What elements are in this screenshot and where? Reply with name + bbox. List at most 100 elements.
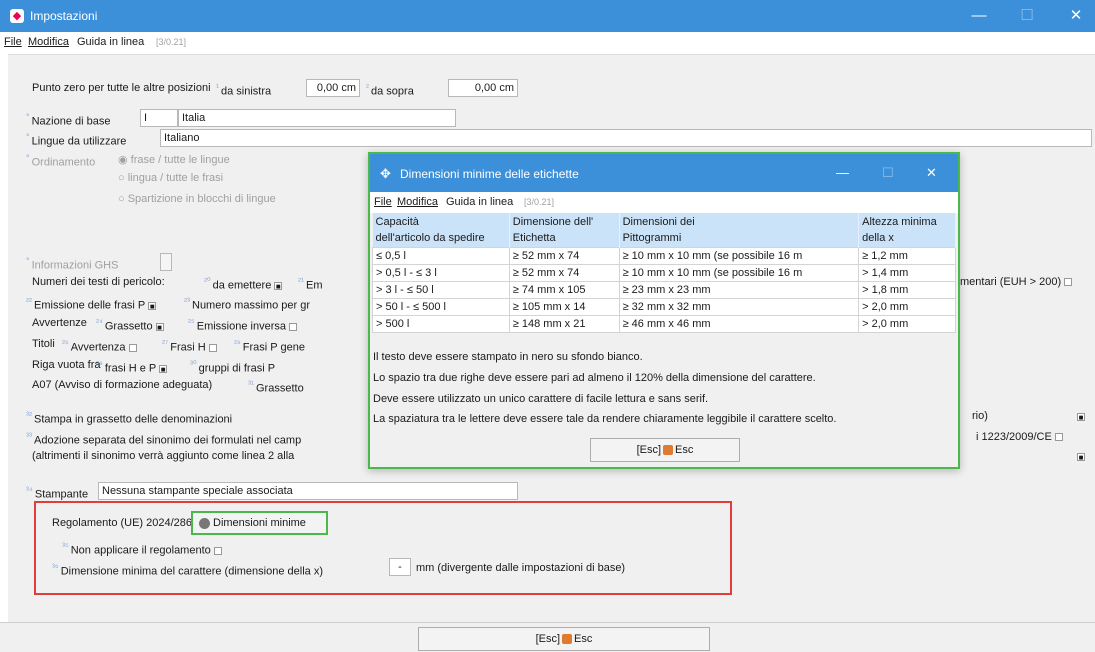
table-row[interactable]: > 3 l - ≤ 50 l ≥ 74 mm x 105 ≥ 23 mm x 2… bbox=[372, 280, 956, 299]
synonym-line2-checkbox[interactable]: ■ bbox=[1077, 453, 1085, 462]
esc-button[interactable]: [Esc] Esc bbox=[418, 627, 710, 651]
dialog-minimize-button[interactable]: — bbox=[836, 165, 849, 180]
ordering-option-3[interactable]: ○ Spartizione in blocchi di lingue bbox=[118, 193, 276, 205]
table-cell: > 50 l - ≤ 500 l bbox=[372, 297, 510, 316]
warnings-bold[interactable]: ²⁴ Grassetto ■ bbox=[96, 317, 164, 333]
synonym-reg-label: i 1223/2009/CE bbox=[976, 431, 1052, 443]
left-label-text: da sinistra bbox=[221, 85, 272, 98]
dialog-menu-file[interactable]: File bbox=[374, 196, 392, 208]
top-label-text: da sopra bbox=[371, 85, 414, 98]
titles-warn[interactable]: ²⁶ Avvertenza bbox=[62, 338, 137, 354]
warnings-bold-label: Grassetto bbox=[104, 320, 153, 333]
app-icon: ◆ bbox=[10, 9, 24, 23]
warnings-bold-checkbox[interactable]: ■ bbox=[155, 322, 164, 331]
table-cell: ≥ 10 mm x 10 mm (se possibile 16 m bbox=[618, 246, 860, 265]
menu-bar: File Modifica Guida in linea [3/0.21] bbox=[0, 32, 1095, 54]
table-row[interactable]: > 0,5 l - ≤ 3 l ≥ 52 mm x 74 ≥ 10 mm x 1… bbox=[372, 263, 956, 282]
exit-icon bbox=[663, 445, 674, 456]
table-cell: ≥ 52 mm x 74 bbox=[508, 246, 620, 265]
ordering-option-1[interactable]: ◉ frase / tutte le lingue bbox=[118, 153, 230, 166]
left-offset-field[interactable]: 0,00 cm bbox=[306, 79, 360, 97]
note-line: Lo spazio tra due righe deve essere pari… bbox=[373, 372, 816, 384]
ordering-option-1-label: frase / tutte le lingue bbox=[130, 154, 230, 166]
gear-icon bbox=[199, 517, 210, 529]
min-dimensions-button[interactable]: Dimensioni minime bbox=[191, 511, 328, 535]
warnings-inverse[interactable]: ²⁵ Emissione inversa bbox=[188, 317, 297, 333]
table-cell: > 2,0 mm bbox=[858, 297, 956, 316]
table-header-row: dell'articolo da spedire Etichetta Pitto… bbox=[372, 230, 956, 247]
synonym-label-text: Adozione separata del sinonimo dei formu… bbox=[34, 434, 302, 447]
close-button[interactable]: ✕ bbox=[1057, 0, 1095, 32]
note-line: La spaziatura tra le lettere deve essere… bbox=[373, 413, 837, 425]
menu-help[interactable]: Guida in linea bbox=[77, 36, 144, 48]
table-cell: > 2,0 mm bbox=[858, 314, 956, 333]
hazard-suppl-checkbox[interactable] bbox=[1064, 278, 1073, 287]
table-cell: ≥ 74 mm x 105 bbox=[508, 280, 620, 299]
maximize-button[interactable]: ☐ bbox=[1008, 0, 1046, 32]
min-font-field[interactable]: - bbox=[389, 558, 411, 576]
min-font-label-text: Dimensione minima del carattere (dimensi… bbox=[60, 565, 323, 578]
country-name-field[interactable]: Italia bbox=[178, 109, 456, 127]
hazard-suppl: mentari (EUH > 200) bbox=[960, 276, 1073, 288]
empty-row-groups-label: gruppi di frasi P bbox=[198, 362, 276, 375]
hazard-emit[interactable]: ²⁰ da emettere ■ bbox=[204, 276, 283, 292]
empty-row-hp-checkbox[interactable]: ■ bbox=[159, 364, 168, 373]
dimensions-table: Capacità Dimensione dell' Dimensioni dei… bbox=[372, 213, 956, 333]
warnings-inverse-checkbox[interactable] bbox=[289, 322, 297, 331]
country-code-field[interactable]: I bbox=[140, 109, 178, 127]
bold-names-label: ³² Stampa in grassetto delle denominazion… bbox=[26, 410, 233, 426]
table-row[interactable]: > 50 l - ≤ 500 l ≥ 105 mm x 14 ≥ 32 mm x… bbox=[372, 297, 956, 316]
pphrases-checkbox[interactable]: ■ bbox=[148, 301, 157, 310]
dialog-esc-button[interactable]: [Esc] Esc bbox=[590, 438, 740, 462]
titles-h[interactable]: ²⁷ Frasi H bbox=[162, 338, 217, 354]
column-header: Dimensione dell' bbox=[509, 213, 620, 230]
table-cell: > 3 l - ≤ 50 l bbox=[372, 280, 510, 299]
ordering-label-text: Ordinamento bbox=[31, 156, 96, 169]
table-cell: ≥ 148 mm x 21 bbox=[508, 314, 620, 333]
dialog-menu-help[interactable]: Guida in linea bbox=[446, 196, 513, 208]
languages-field[interactable]: Italiano bbox=[160, 129, 1092, 147]
menu-edit[interactable]: Modifica bbox=[28, 36, 69, 48]
empty-row-hp[interactable]: ²⁹ frasi H e P ■ bbox=[96, 359, 168, 375]
titles-h-checkbox[interactable] bbox=[208, 343, 217, 352]
note-line: Il testo deve essere stampato in nero su… bbox=[373, 351, 643, 363]
not-apply-checkbox[interactable] bbox=[213, 546, 222, 555]
synonym-reg-checkbox[interactable] bbox=[1054, 433, 1063, 442]
bold-names-checkbox[interactable]: ■ bbox=[1077, 413, 1085, 422]
a07-label: A07 (Avviso di formazione adeguata) bbox=[32, 379, 213, 391]
dialog-menu-edit[interactable]: Modifica bbox=[397, 196, 438, 208]
titles-warn-checkbox[interactable] bbox=[128, 343, 137, 352]
minimize-button[interactable]: — bbox=[960, 0, 998, 32]
column-header: Altezza minima bbox=[858, 213, 956, 230]
version-label: [3/0.21] bbox=[156, 37, 187, 47]
table-cell: ≤ 0,5 l bbox=[372, 246, 510, 265]
exit-icon bbox=[562, 634, 573, 645]
hazard-emit-label: da emettere bbox=[212, 279, 272, 292]
ordering-label: ° Ordinamento bbox=[26, 153, 96, 169]
table-row[interactable]: ≤ 0,5 l ≥ 52 mm x 74 ≥ 10 mm x 10 mm (se… bbox=[372, 246, 956, 265]
ordering-option-2[interactable]: ○ lingua / tutte le frasi bbox=[118, 172, 223, 184]
left-label: ¹ da sinistra bbox=[216, 82, 272, 98]
not-apply[interactable]: ³⁵ Non applicare il regolamento bbox=[62, 541, 222, 557]
empty-row-hp-label: frasi H e P bbox=[104, 362, 157, 375]
table-row[interactable]: > 500 l ≥ 148 mm x 21 ≥ 46 mm x 46 mm > … bbox=[372, 314, 956, 333]
dialog-close-button[interactable]: ✕ bbox=[926, 165, 937, 181]
regulation-label: Regolamento (UE) 2024/2865 bbox=[52, 517, 199, 529]
printer-field[interactable]: Nessuna stampante speciale associata bbox=[98, 482, 518, 500]
warnings-inverse-label: Emissione inversa bbox=[196, 320, 286, 333]
hazard-emit-checkbox[interactable]: ■ bbox=[274, 281, 283, 290]
bold-names-right: rio) bbox=[972, 410, 988, 422]
synonym-reg: i 1223/2009/CE bbox=[976, 431, 1063, 443]
a07-bold-label: Grassetto bbox=[256, 382, 304, 395]
min-dimensions-label: Dimensioni minime bbox=[213, 517, 306, 529]
menu-file[interactable]: File bbox=[4, 36, 22, 48]
table-cell: ≥ 105 mm x 14 bbox=[508, 297, 620, 316]
column-header: Dimensioni dei bbox=[619, 213, 860, 230]
dialog-maximize-button[interactable]: ☐ bbox=[882, 165, 894, 181]
dialog-menu-bar: File Modifica Guida in linea [3/0.21] bbox=[370, 192, 958, 213]
synonym-label: ³³ Adozione separata del sinonimo dei for… bbox=[26, 431, 302, 447]
note-line: Deve essere utilizzato un unico caratter… bbox=[373, 393, 709, 405]
top-offset-field[interactable]: 0,00 cm bbox=[448, 79, 518, 97]
ghs-field[interactable] bbox=[160, 253, 172, 271]
table-cell: ≥ 46 mm x 46 mm bbox=[618, 314, 860, 333]
